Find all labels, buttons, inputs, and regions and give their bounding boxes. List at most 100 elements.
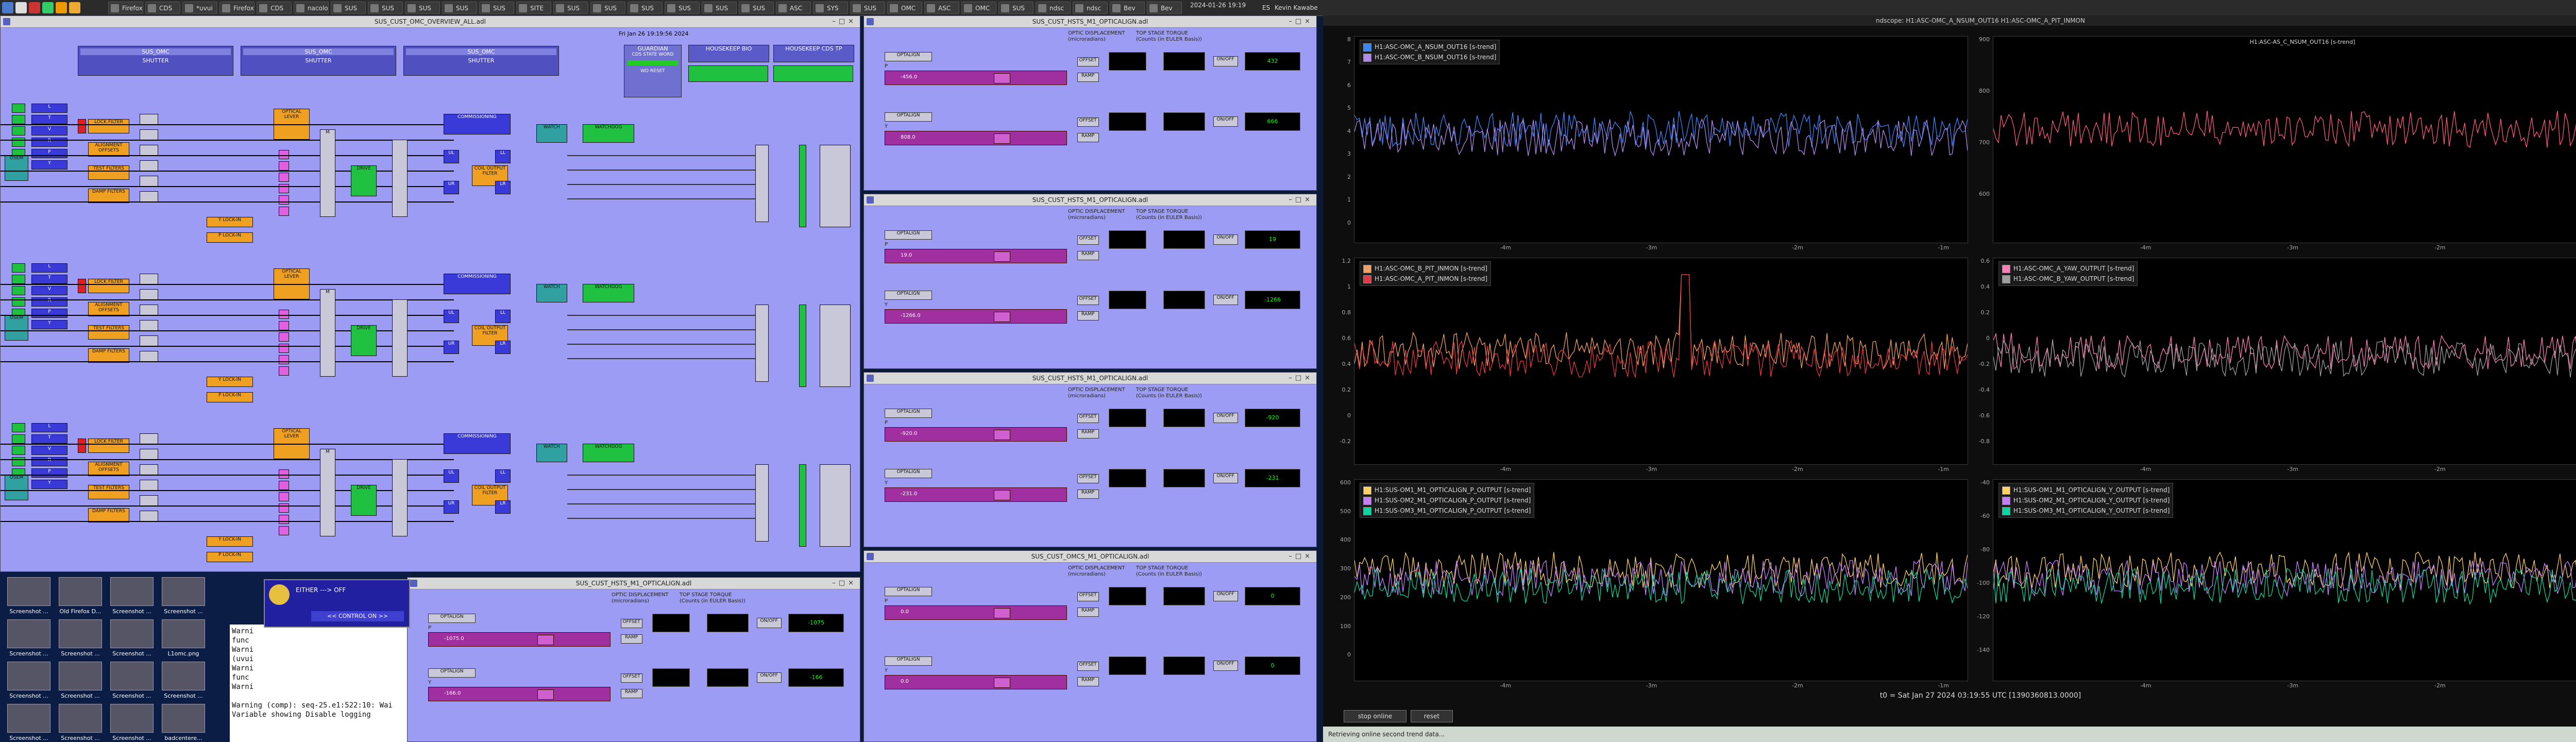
y-lockin-button[interactable]: Y LOCK-IN (207, 377, 253, 387)
offset-slider[interactable]: 0.0 (885, 674, 1067, 689)
ramp-button[interactable]: RAMP (1077, 73, 1099, 82)
offset-button[interactable]: OFFSET (620, 619, 642, 628)
taskbar-task[interactable]: ASC (776, 2, 811, 14)
plot-area[interactable]: H1:SUS-OM1_M1_OPTICALIGN_P_OUTPUT [s-tre… (1354, 479, 1968, 681)
test-filters-button[interactable]: TEST FILTERS (88, 325, 129, 340)
alignment-offsets-button[interactable]: ALIGNMENT OFFSETS (88, 462, 129, 476)
taskbar-task[interactable]: SUS (553, 2, 588, 14)
matrix-cell[interactable] (140, 114, 158, 125)
taskbar-task[interactable]: SUS (850, 2, 885, 14)
desktop-icon[interactable]: Screenshot ... (108, 577, 156, 615)
firefox-icon[interactable] (69, 2, 80, 13)
desktop-icon[interactable]: Screenshot ... (160, 577, 207, 615)
lock-filter-button[interactable]: LOCK FILTER (88, 439, 129, 453)
window-titlebar[interactable]: SUS_CUST_HSTS_M1_OPTICALIGN.adl –□× (864, 194, 1316, 206)
scope-titlebar[interactable]: ndscope: H1:ASC-OMC_A_NSUM_OUT16 H1:ASC-… (1323, 15, 2576, 26)
keyboard-layout[interactable]: ES (1262, 5, 1270, 11)
offset-slider[interactable]: -1266.0 (885, 309, 1067, 324)
sensor-block[interactable]: OSEM (5, 155, 28, 181)
offset-button[interactable]: OFFSET (1077, 296, 1099, 305)
optalign-button[interactable]: OPTALIGN (885, 587, 932, 596)
desktop-icon[interactable]: Screenshot ... (57, 619, 104, 657)
euler-matrix[interactable]: M (320, 129, 335, 217)
plot-area[interactable]: H1:SUS-OM1_M1_OPTICALIGN_Y_OUTPUT [s-tre… (1993, 479, 2576, 681)
matrix-cell[interactable] (140, 464, 158, 476)
onoff-button[interactable]: ON/OFF (1213, 295, 1238, 305)
offset-slider[interactable]: 19.0 (885, 249, 1067, 263)
housekeep-bio-indicator[interactable] (688, 65, 768, 82)
y-lockin-button[interactable]: Y LOCK-IN (207, 536, 253, 547)
taskbar-task[interactable]: ndsc (1036, 2, 1071, 14)
desktop-icon[interactable]: Screenshot ... (5, 577, 53, 615)
matrix-cell[interactable] (140, 351, 158, 362)
slider-knob[interactable] (994, 312, 1011, 322)
offset-button[interactable]: OFFSET (1077, 117, 1099, 127)
y-lockin-button[interactable]: Y LOCK-IN (207, 217, 253, 227)
slider-knob[interactable] (994, 677, 1011, 688)
terminal-window[interactable]: Warni func Warni (uvui Warni func Warni Warni… (230, 625, 407, 742)
desktop-icon[interactable]: Screenshot ... (108, 704, 156, 741)
desktop-icon[interactable]: Screenshot ... (5, 662, 53, 699)
commissioning-panel[interactable]: COMMISSIONING (444, 433, 511, 454)
matrix-cell[interactable] (140, 449, 158, 460)
taskbar-task[interactable]: SYS (813, 2, 848, 14)
optalign-button[interactable]: OPTALIGN (885, 469, 932, 478)
desktop-icon[interactable]: L1omc.png (160, 619, 207, 657)
window-titlebar[interactable]: SUS_CUST_HSTS_M1_OPTICALIGN.adl –□× (864, 16, 1316, 28)
slider-knob[interactable] (994, 133, 1011, 144)
monitor-stack[interactable] (820, 305, 851, 387)
dtt-icon[interactable] (42, 2, 54, 13)
taskbar-task[interactable]: SUS (331, 2, 366, 14)
desktop-icon[interactable]: Screenshot ... (160, 662, 207, 699)
onoff-button[interactable]: ON/OFF (1213, 413, 1238, 423)
ramp-button[interactable]: RAMP (1077, 251, 1099, 260)
desktop-icon[interactable]: Screenshot ... (108, 662, 156, 699)
sensor-block[interactable]: OSEM (5, 475, 28, 500)
p-lockin-button[interactable]: P LOCK-IN (207, 552, 253, 562)
slider-knob[interactable] (994, 251, 1011, 262)
plot-area[interactable]: H1:ASC-AS_C_NSUM_OUT16 [s-trend] (1993, 36, 2576, 243)
plot-legend[interactable]: H1:ASC-OMC_B_PIT_INMON [s-trend] H1:ASC-O… (1360, 261, 1492, 286)
onoff-button[interactable]: ON/OFF (1213, 473, 1238, 483)
user-name[interactable]: Kevin Kawabe (1275, 5, 1318, 11)
wd-tab-cds[interactable]: HOUSEKEEP CDS TP (773, 45, 854, 62)
window-controls[interactable]: –□× (1289, 373, 1313, 384)
euler-matrix[interactable]: M (320, 289, 335, 377)
offset-slider[interactable]: -920.0 (885, 427, 1067, 442)
slider-knob[interactable] (537, 635, 554, 645)
offset-slider[interactable]: 0.0 (885, 605, 1067, 620)
ramp-button[interactable]: RAMP (620, 634, 642, 644)
matrix-cell[interactable] (140, 191, 158, 203)
optalign-button[interactable]: OPTALIGN (885, 52, 932, 61)
taskbar-task[interactable]: SUS (479, 2, 514, 14)
output-matrix[interactable] (392, 140, 408, 217)
window-controls[interactable]: –□× (1289, 551, 1313, 562)
optalign-button[interactable]: OPTALIGN (885, 656, 932, 666)
desktop-icon[interactable]: badcentere... (160, 704, 207, 741)
taskbar-task[interactable]: SUS (628, 2, 663, 14)
head-group-1[interactable]: SUS_OMC SHUTTER (78, 46, 233, 76)
taskbar-task[interactable]: Firefox (108, 2, 143, 14)
onoff-button[interactable]: ON/OFF (1213, 234, 1238, 245)
housekeep-cds-indicator[interactable] (773, 65, 853, 82)
window-titlebar[interactable]: SUS_CUST_HSTS_M1_OPTICALIGN.adl –□× (864, 373, 1316, 384)
window-controls[interactable]: –□× (1289, 194, 1313, 206)
matrix-cell[interactable] (140, 274, 158, 285)
slider-knob[interactable] (994, 73, 1011, 83)
head-group-2[interactable]: SUS_OMC SHUTTER (241, 46, 396, 76)
desktop-icon[interactable]: Screenshot ... (5, 704, 53, 741)
taskbar-task[interactable]: SUS (739, 2, 774, 14)
matrix-cell[interactable] (140, 289, 158, 300)
matrix-cell[interactable] (140, 160, 158, 172)
ramp-button[interactable]: RAMP (1077, 677, 1099, 686)
slider-knob[interactable] (994, 490, 1011, 500)
terminal-icon[interactable] (29, 2, 40, 13)
test-filters-button[interactable]: TEST FILTERS (88, 165, 129, 180)
watch-panel[interactable]: WATCH (536, 124, 567, 143)
offset-slider[interactable]: -1075.0 (428, 632, 611, 647)
onoff-button[interactable]: ON/OFF (1213, 660, 1238, 671)
desktop-icon[interactable]: Screenshot ... (108, 619, 156, 657)
window-controls[interactable]: –□× (832, 16, 857, 27)
onoff-button[interactable]: ON/OFF (1213, 116, 1238, 127)
taskbar-task[interactable]: SUS (998, 2, 1033, 14)
